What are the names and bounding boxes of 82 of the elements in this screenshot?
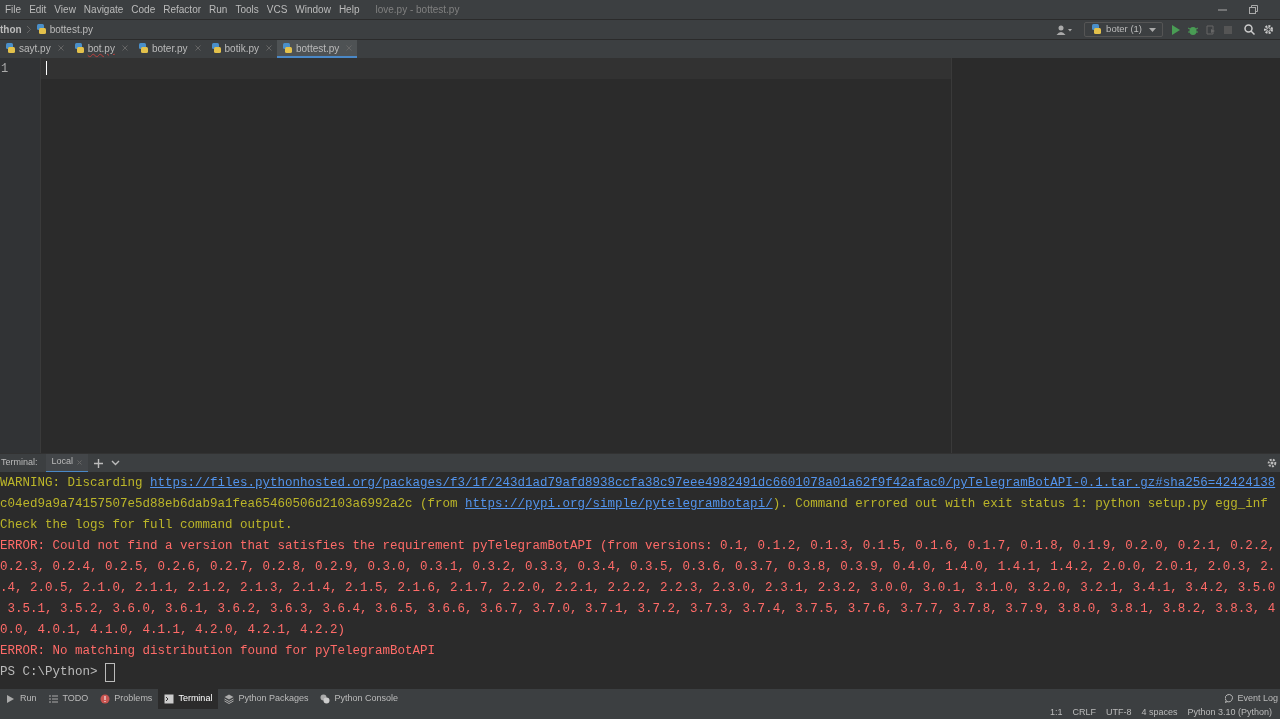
- menu-item[interactable]: Code: [127, 2, 160, 17]
- status-item[interactable]: 4 spaces: [1141, 705, 1178, 719]
- editor-tab[interactable]: bot.py: [68, 40, 133, 58]
- tool-window-button[interactable]: TODO: [42, 688, 95, 709]
- error-text: 0.0, 4.0.1, 4.1.0, 4.1.1, 4.2.0, 4.2.1, 4.2.2): [0, 622, 346, 640]
- coverage-icon: [1206, 24, 1216, 35]
- user-icon: [1056, 24, 1073, 35]
- stop-icon: [1224, 25, 1232, 34]
- python-file-icon: [210, 42, 222, 54]
- status-item[interactable]: UTF-8: [1105, 705, 1132, 719]
- menu-item[interactable]: VCS: [262, 2, 292, 17]
- add-icon: [94, 458, 104, 468]
- settings-icon: [1267, 458, 1277, 468]
- error-text: 0.2.3, 0.2.4, 0.2.5, 0.2.6, 0.2.7, 0.2.8, 0.2.9, 0.3.0, 0.3.1, 0.3.2, 0.3.3, 0.3.4, 0.3.5, 0.3.6, 0.3.7, 0.3.8, 0.3.9, 0.4.0, 1.4.0, 1.4.1, 1.4.2, 2.0.0, 2.0.1, 2.0.3, 2.: [0, 559, 1276, 577]
- warning-text: WARNING: Discarding: [0, 475, 144, 493]
- error-text: .4, 2.0.5, 2.1.0, 2.1.1, 2.1.2, 2.1.3, 2.1.4, 2.1.5, 2.1.6, 2.1.7, 2.2.0, 2.2.1, 2.2.2, 2.2.3, 2.3.0, 2.3.1, 2.3.2, 3.0.0, 3.0.1, 3.1.0, 3.2.0, 3.2.1, 3.4.1, 3.4.2, 3.5.0: [0, 580, 1276, 598]
- menu-item[interactable]: Window: [291, 2, 335, 17]
- layers-icon: [224, 693, 235, 704]
- warning-text: c04ed9a9a74157507e5d88eb6dab9a1fea65460506d2103a6992a2c (from: [0, 496, 459, 514]
- close-icon: [121, 45, 128, 51]
- tool-window-button[interactable]: Problems: [94, 688, 159, 709]
- python-file-icon: [1091, 24, 1103, 35]
- text-cursor: [105, 663, 116, 682]
- tool-window-button[interactable]: Python Console: [314, 688, 404, 709]
- status-item[interactable]: 1:1: [1049, 705, 1063, 719]
- python-file-icon: [35, 24, 47, 35]
- menu-item[interactable]: Run: [205, 2, 232, 17]
- panel-title: Terminal:: [1, 456, 38, 470]
- status-item[interactable]: CRLF: [1072, 705, 1096, 719]
- chevron-down-icon: [111, 460, 121, 466]
- editor-tab[interactable]: sayt.py: [0, 40, 69, 58]
- terminal-icon: [164, 693, 175, 704]
- warning-text: Check the logs for full command output.: [0, 517, 293, 535]
- close-icon: [346, 45, 353, 51]
- python-file-icon: [5, 42, 16, 54]
- warning-text: ). Command errored out with exit status 1: python setup.py egg_inf: [772, 496, 1268, 514]
- settings-icon: [1263, 24, 1274, 35]
- tool-window-button[interactable]: Run: [0, 688, 43, 709]
- tool-window-button[interactable]: Python Packages: [218, 688, 315, 709]
- error-text: ERROR: Could not find a version that satisfies the requirement pyTelegramBotAPI (from versions: 0.1, 0.1.2, 0.1.3, 0.1.5, 0.1.6, 0.1.7, 0.1.8, 0.1.9, 0.2.0, 0.2.1, 0.2.2,: [0, 538, 1276, 556]
- menu-item[interactable]: File: [0, 2, 26, 17]
- python-file-icon: [137, 42, 149, 54]
- error-text: ERROR: No matching distribution found for pyTelegramBotAPI: [0, 643, 436, 661]
- editor-tab[interactable]: bottest.py: [277, 40, 358, 58]
- link[interactable]: https://files.pythonhosted.org/packages/f3/1f/243d1ad79afd8938ccfa38c97eee4982491dc6601078a01a62f9f42afac0/pyTelegramBotAPI-0.1.tar.gz#sha256=42424138: [150, 474, 1276, 493]
- search-icon: [1244, 24, 1255, 35]
- menu-item[interactable]: Tools: [231, 2, 263, 17]
- bug-icon: [1188, 24, 1198, 35]
- caret-icon: [1149, 27, 1156, 32]
- error-icon: [100, 693, 111, 704]
- close-icon: [194, 45, 201, 51]
- status-item[interactable]: Python 3.10 (Python): [1187, 705, 1272, 719]
- error-text: 3.5.1, 3.5.2, 3.6.0, 3.6.1, 3.6.2, 3.6.3, 3.6.4, 3.6.5, 3.6.6, 3.6.7, 3.7.0, 3.7.1, 3.7.2, 3.7.3, 3.7.4, 3.7.5, 3.7.6, 3.7.7, 3.7.8, 3.7.9, 3.8.0, 3.8.1, 3.8.2, 3.8.3, 4: [6, 601, 1276, 619]
- shell-prompt: PS C:\Python>: [0, 664, 99, 682]
- editor-tab[interactable]: boter.py: [132, 40, 206, 58]
- run-icon: [6, 693, 16, 704]
- restore-icon: [1249, 5, 1258, 14]
- link[interactable]: https://pypi.org/simple/pytelegrambotapi/: [465, 495, 773, 514]
- chat-bubble-icon: [1225, 694, 1235, 703]
- breadcrumb-item[interactable]: bottest.py: [49, 22, 93, 37]
- menu-item[interactable]: Refactor: [159, 2, 206, 17]
- menu-item[interactable]: Navigate: [79, 2, 128, 17]
- run-configuration-dropdown[interactable]: boter (1): [1084, 22, 1163, 37]
- tool-window-button[interactable]: Terminal: [158, 688, 219, 709]
- menu-item[interactable]: Help: [334, 2, 364, 17]
- close-icon: [266, 45, 272, 51]
- chevron-icon: [25, 25, 32, 34]
- line-number: 1: [1, 61, 10, 77]
- python-icon: [320, 693, 331, 704]
- close-icon: [77, 459, 83, 465]
- close-icon: [57, 45, 64, 51]
- menu-item[interactable]: Edit: [25, 2, 51, 17]
- python-file-icon: [282, 42, 293, 54]
- event-log-button[interactable]: Event Log: [1225, 691, 1280, 706]
- window-title: love.py - bottest.py: [375, 3, 460, 17]
- editor-tab[interactable]: botik.py: [205, 40, 277, 58]
- run-icon: [1171, 24, 1180, 35]
- list-icon: [48, 693, 59, 704]
- text-cursor: [46, 61, 47, 75]
- python-file-icon: [73, 42, 85, 54]
- menu-item[interactable]: View: [50, 2, 80, 17]
- breadcrumb-item[interactable]: thon: [0, 22, 22, 37]
